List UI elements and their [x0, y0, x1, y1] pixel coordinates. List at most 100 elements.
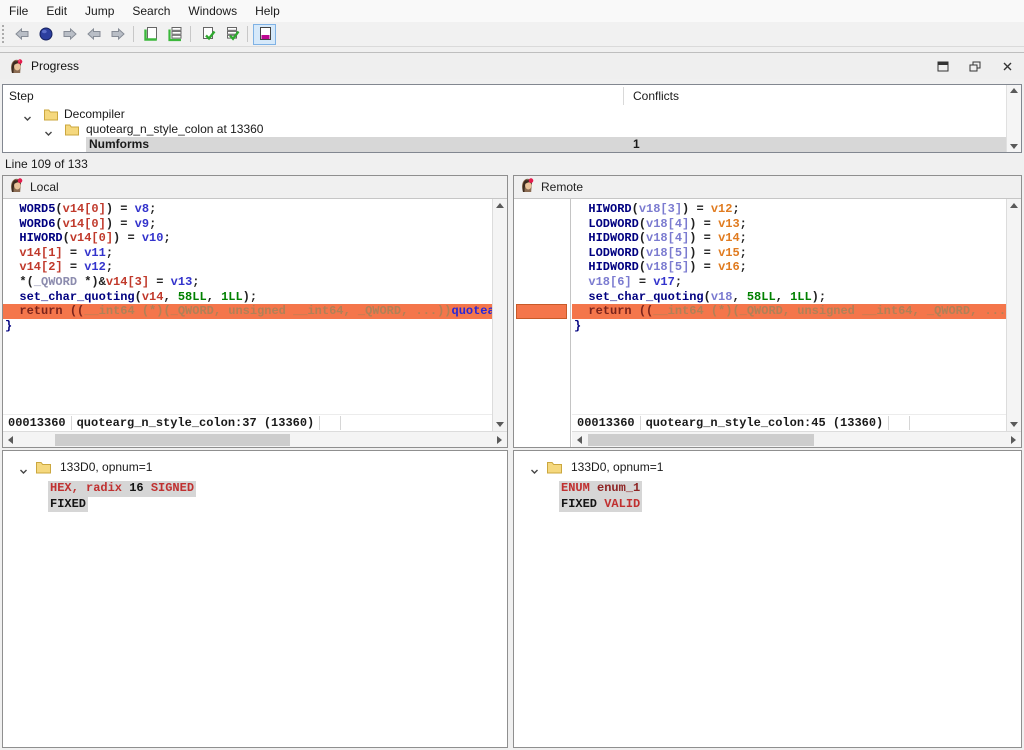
code-line[interactable]: v18[6] = v17;: [572, 275, 1006, 290]
tree-row-function[interactable]: quotearg_n_style_colon at 13360: [3, 122, 1021, 137]
nav-back-button[interactable]: [10, 24, 33, 45]
menu-help[interactable]: Help: [246, 0, 289, 22]
code-line[interactable]: WORD6(v14[0]) = v9;: [3, 217, 492, 232]
menu-edit[interactable]: Edit: [37, 0, 76, 22]
operand-node-label[interactable]: 133D0, opnum=1: [60, 460, 152, 474]
current-position-button[interactable]: [34, 24, 57, 45]
column-header-conflicts[interactable]: Conflicts: [633, 89, 679, 103]
code-line[interactable]: LODWORD(v18[5]) = v15;: [572, 246, 1006, 261]
menu-bar: File Edit Jump Search Windows Help: [0, 0, 1024, 22]
menu-windows[interactable]: Windows: [179, 0, 246, 22]
conflict-tree: Step Conflicts Decompiler quotearg_n_sty…: [2, 84, 1022, 153]
next-diff-button[interactable]: [106, 24, 129, 45]
remote-panel-titlebar[interactable]: Remote: [514, 176, 1021, 199]
code-line[interactable]: HIDWORD(v18[4]) = v14;: [572, 231, 1006, 246]
close-button[interactable]: [1000, 59, 1014, 73]
scroll-left-icon[interactable]: [577, 436, 582, 444]
code-line[interactable]: set_char_quoting(v18, 58LL, 1LL);: [572, 290, 1006, 305]
code-line[interactable]: }: [572, 319, 1006, 334]
prev-diff-button[interactable]: [82, 24, 105, 45]
local-panel-titlebar[interactable]: Local: [3, 176, 507, 199]
scrollbar-thumb[interactable]: [588, 434, 814, 446]
code-line[interactable]: return ((__int64 (*)(_QWORD, unsigned __…: [3, 304, 492, 319]
chevron-down-icon[interactable]: [530, 463, 539, 481]
scrollbar-thumb[interactable]: [55, 434, 290, 446]
code-line[interactable]: return ((__int64 (*)(_QWORD, unsigned __…: [572, 304, 1006, 319]
maximize-button[interactable]: [936, 59, 950, 73]
operand-node-label[interactable]: 133D0, opnum=1: [571, 460, 663, 474]
remote-address-bar: 00013360 quotearg_n_style_colon:45 (1336…: [572, 414, 1006, 431]
code-line[interactable]: ENUM enum_1: [559, 481, 642, 497]
code-line[interactable]: v14[1] = v11;: [3, 246, 492, 261]
local-horizontal-scrollbar[interactable]: [3, 431, 507, 447]
column-separator[interactable]: [623, 87, 624, 105]
show-merged-button[interactable]: [253, 24, 276, 45]
code-line[interactable]: LODWORD(v18[4]) = v13;: [572, 217, 1006, 232]
code-line[interactable]: v14[2] = v12;: [3, 260, 492, 275]
toolbar-separator: [247, 26, 248, 42]
menu-jump[interactable]: Jump: [76, 0, 123, 22]
code-line[interactable]: HIWORD(v18[3]) = v12;: [572, 202, 1006, 217]
menu-search[interactable]: Search: [123, 0, 179, 22]
toolbar-grip[interactable]: [2, 25, 9, 43]
local-address-bar: 00013360 quotearg_n_style_colon:37 (1336…: [3, 414, 492, 431]
code-line[interactable]: FIXED: [48, 497, 88, 513]
code-line[interactable]: HEX, radix 16 SIGNED: [48, 481, 196, 497]
remote-panel: Remote HIWORD(v18[3]) = v12; LODWORD(v18…: [513, 175, 1022, 448]
accept-all-button[interactable]: [220, 24, 243, 45]
accept-button[interactable]: [196, 24, 219, 45]
scroll-up-icon[interactable]: [1010, 88, 1018, 93]
tree-row-numforms-selected[interactable]: Numforms 1: [3, 137, 1021, 152]
local-operand-panel: 133D0, opnum=1 HEX, radix 16 SIGNEDFIXED: [2, 450, 508, 748]
scroll-right-icon[interactable]: [497, 436, 502, 444]
arrow-right-icon: [110, 26, 126, 42]
take-local-button[interactable]: [139, 24, 162, 45]
document-green-icon: [143, 26, 159, 42]
scroll-down-icon[interactable]: [1010, 422, 1018, 427]
float-button[interactable]: [968, 59, 982, 73]
remote-code-view[interactable]: HIWORD(v18[3]) = v12; LODWORD(v18[4]) = …: [572, 199, 1006, 414]
tree-row-decompiler[interactable]: Decompiler: [3, 107, 1021, 122]
remote-operand-details[interactable]: ENUM enum_1FIXED VALID: [559, 481, 642, 512]
scroll-right-icon[interactable]: [1011, 436, 1016, 444]
chevron-down-icon[interactable]: [19, 463, 28, 481]
remote-horizontal-scrollbar[interactable]: [572, 431, 1021, 447]
code-line[interactable]: HIWORD(v14[0]) = v10;: [3, 231, 492, 246]
scroll-down-icon[interactable]: [1010, 144, 1018, 149]
code-line[interactable]: FIXED VALID: [559, 497, 642, 513]
tree-vertical-scrollbar[interactable]: [1006, 85, 1021, 152]
ida-merge-window: File Edit Jump Search Windows Help: [0, 0, 1024, 750]
scroll-up-icon[interactable]: [1010, 203, 1018, 208]
code-line[interactable]: WORD5(v14[0]) = v8;: [3, 202, 492, 217]
take-local-all-button[interactable]: [163, 24, 186, 45]
local-operand-details[interactable]: HEX, radix 16 SIGNEDFIXED: [48, 481, 196, 512]
scroll-left-icon[interactable]: [8, 436, 13, 444]
scroll-up-icon[interactable]: [496, 203, 504, 208]
close-icon: [1002, 61, 1013, 72]
scroll-down-icon[interactable]: [496, 422, 504, 427]
column-header-step[interactable]: Step: [9, 89, 34, 103]
local-panel-title: Local: [30, 180, 59, 194]
arrow-left-icon: [86, 26, 102, 42]
nav-forward-button[interactable]: [58, 24, 81, 45]
line-status: Line 109 of 133: [0, 155, 1024, 173]
tree-label: Numforms: [89, 137, 149, 152]
tree-label: Decompiler: [64, 107, 125, 122]
remote-panel-title: Remote: [541, 180, 583, 194]
local-code-view[interactable]: WORD5(v14[0]) = v8; WORD6(v14[0]) = v9; …: [3, 199, 492, 414]
code-line[interactable]: *(_QWORD *)&v14[3] = v13;: [3, 275, 492, 290]
code-line[interactable]: HIDWORD(v18[5]) = v16;: [572, 260, 1006, 275]
selected-row-highlight: [86, 137, 1006, 152]
diff-marker[interactable]: [516, 304, 567, 319]
arrow-left-icon: [14, 26, 30, 42]
progress-window-titlebar[interactable]: Progress: [0, 52, 1024, 79]
restore-icon: [969, 61, 981, 72]
code-line[interactable]: set_char_quoting(v14, 58LL, 1LL);: [3, 290, 492, 305]
location-value: quotearg_n_style_colon:45 (13360): [641, 416, 889, 430]
document-stack-green-icon: [167, 26, 183, 42]
code-line[interactable]: }: [3, 319, 492, 334]
diff-marker-gutter: [514, 199, 571, 447]
menu-file[interactable]: File: [0, 0, 37, 22]
local-vertical-scrollbar[interactable]: [492, 199, 507, 431]
remote-vertical-scrollbar[interactable]: [1006, 199, 1021, 431]
